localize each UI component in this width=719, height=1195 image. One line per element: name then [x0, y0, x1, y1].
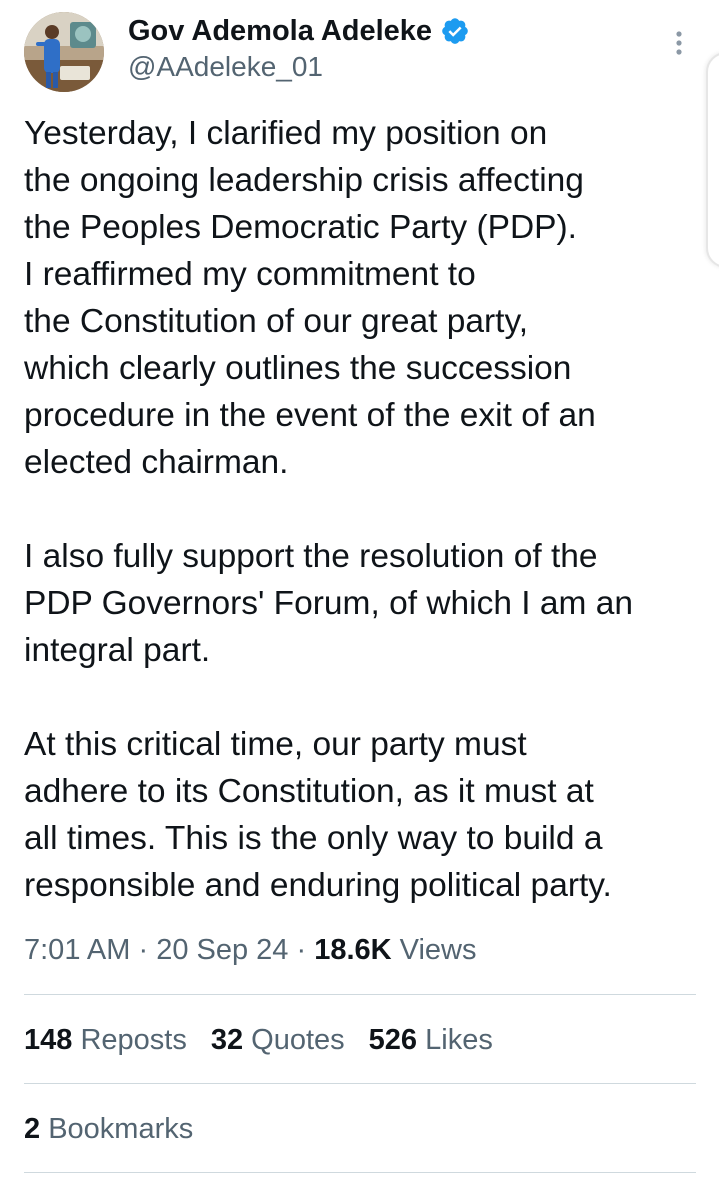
quotes-stat[interactable]: 32 Quotes — [211, 1020, 345, 1060]
tweet-line: procedure in the event of the exit of an — [24, 397, 596, 434]
bookmarks-label: Bookmarks — [40, 1113, 194, 1145]
tweet-line: Yesterday, I clarified my position on — [24, 115, 548, 152]
engagement-stats: 148 Reposts 32 Quotes 526 Likes — [24, 1020, 517, 1060]
tweet-meta: 7:01 AM · 20 Sep 24 · 18.6K Views — [24, 930, 476, 970]
divider — [24, 1083, 696, 1084]
tweet-line: the Constitution of our great party, — [24, 303, 529, 340]
tweet-line: integral part. — [24, 632, 211, 669]
meta-separator: · — [288, 934, 315, 966]
tweet-line: all times. This is the only way to build… — [24, 820, 603, 857]
divider — [24, 1172, 696, 1173]
author-display-name[interactable]: Gov Ademola Adeleke — [128, 13, 432, 49]
tweet-line: At this critical time, our party must — [24, 726, 527, 763]
tweet-line: which clearly outlines the succession — [24, 350, 572, 387]
tweet-time[interactable]: 7:01 AM — [24, 934, 130, 966]
tweet-date[interactable]: 20 Sep 24 — [156, 934, 288, 966]
bookmarks-stat[interactable]: 2 Bookmarks — [24, 1109, 193, 1149]
quotes-label: Quotes — [243, 1024, 345, 1056]
reposts-count: 148 — [24, 1024, 73, 1056]
author-name-row[interactable]: Gov Ademola Adeleke — [128, 13, 470, 49]
tweet-line: I reaffirmed my commitment to — [24, 256, 476, 293]
avatar[interactable] — [24, 12, 104, 92]
tweet-line: I also fully support the resolution of t… — [24, 538, 598, 575]
tweet-line: the Peoples Democratic Party (PDP). — [24, 209, 577, 246]
author-handle[interactable]: @AAdeleke_01 — [128, 50, 323, 84]
meta-separator: · — [130, 934, 157, 966]
more-vertical-icon[interactable] — [662, 26, 696, 60]
tweet-text: Yesterday, I clarified my position on th… — [24, 110, 696, 909]
quotes-count: 32 — [210, 1024, 244, 1056]
tweet-line: elected chairman. — [24, 444, 289, 481]
side-panel-edge — [706, 52, 719, 268]
bookmarks-count: 2 — [24, 1113, 41, 1145]
reposts-label: Reposts — [72, 1024, 187, 1056]
reposts-stat[interactable]: 148 Reposts — [24, 1020, 187, 1060]
profile-photo — [24, 12, 104, 92]
views-count: 18.6K — [314, 934, 392, 966]
likes-label: Likes — [417, 1024, 493, 1056]
tweet-line: the ongoing leadership crisis affecting — [24, 162, 584, 199]
verified-badge-icon — [442, 18, 468, 44]
likes-stat[interactable]: 526 Likes — [369, 1020, 493, 1060]
views-label: Views — [391, 934, 477, 966]
divider — [24, 994, 696, 995]
tweet-line: adhere to its Constitution, as it must a… — [24, 773, 594, 810]
tweet-line: PDP Governors' Forum, of which I am an — [24, 585, 634, 622]
tweet-line: responsible and enduring political party… — [24, 867, 612, 904]
tweet-detail: Gov Ademola Adeleke @AAdeleke_01 Yesterd… — [0, 0, 719, 1195]
likes-count: 526 — [368, 1024, 418, 1056]
